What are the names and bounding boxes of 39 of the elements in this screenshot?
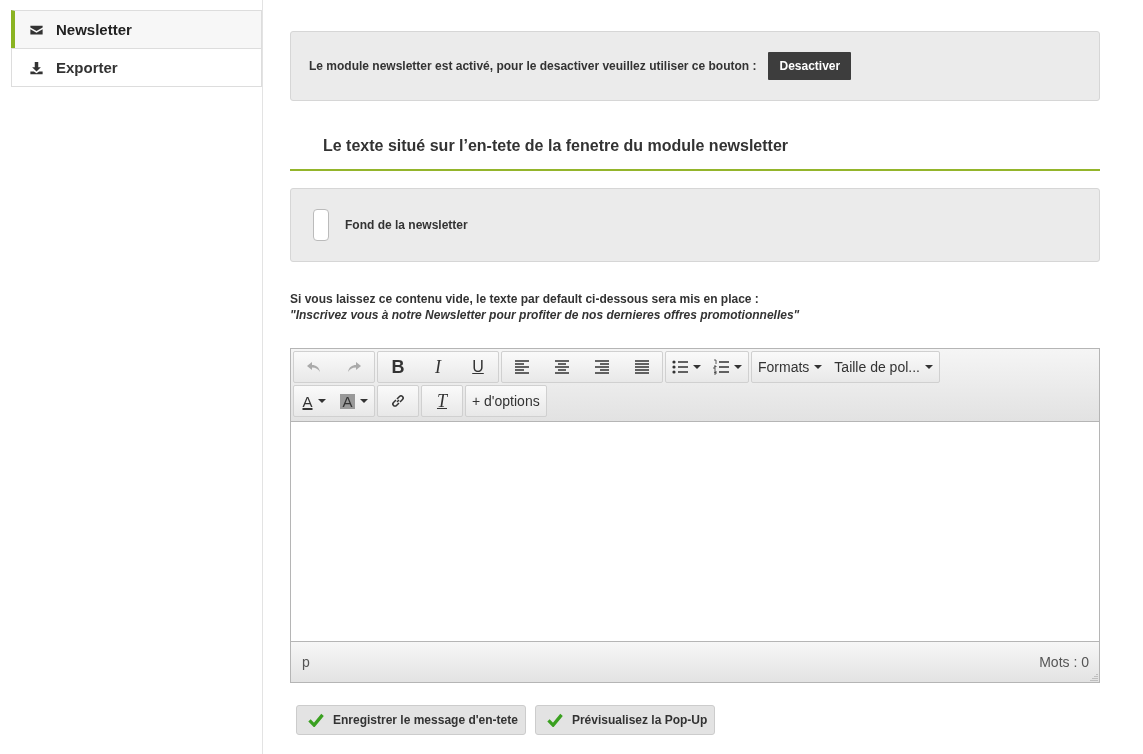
bullet-list-icon [672, 359, 688, 375]
color-swatch[interactable] [313, 209, 329, 241]
section-title: Le texte situé sur l’en-tete de la fenetre du module newsletter [290, 101, 1100, 171]
default-text: "Inscrivez vous à notre Newsletter pour profiter de nos dernieres offres promotionnelles" [290, 307, 801, 323]
clear-format-button[interactable]: T [422, 386, 462, 416]
deactivate-button[interactable]: Desactiver [768, 52, 852, 80]
status-message: Le module newsletter est activé, pour le desactiver veuillez utiliser ce bouton : [309, 59, 757, 73]
hint-text: Si vous laissez ce contenu vide, le texte par default ci-dessous sera mis en place : [290, 292, 759, 306]
caret-icon [693, 365, 701, 369]
caret-icon [317, 399, 326, 403]
caret-icon [359, 399, 368, 403]
align-left-icon [514, 359, 530, 375]
numbered-list-icon [713, 359, 729, 375]
download-icon [29, 60, 44, 75]
caret-icon [734, 365, 742, 369]
background-color-button[interactable]: A [334, 386, 374, 416]
justify-icon [634, 359, 650, 375]
text-button[interactable]: + d'options [466, 386, 546, 416]
underline-button[interactable]: U [458, 352, 498, 382]
align-center-icon [554, 359, 570, 375]
link-icon [390, 393, 406, 409]
sidebar-item[interactable]: Exporter [11, 48, 262, 87]
sidebar-item[interactable]: Newsletter [11, 10, 262, 48]
text-color-button[interactable]: A [294, 386, 334, 416]
resize-grip-icon [1089, 672, 1098, 681]
element-path: p [302, 654, 310, 670]
action-button[interactable]: Enregistrer le message d'en-tete [296, 705, 526, 735]
bold-button[interactable]: B [378, 352, 418, 382]
caret-icon [924, 365, 933, 369]
field-label: Fond de la newsletter [345, 218, 468, 232]
caret-icon [814, 365, 823, 369]
checkmark-icon [545, 713, 564, 727]
menu-button[interactable]: Formats [752, 352, 829, 382]
word-count: Mots : 0 [1039, 654, 1089, 670]
checkmark-icon [307, 713, 325, 727]
italic-button[interactable]: I [418, 352, 458, 382]
menu-button[interactable]: Taille de pol... [828, 352, 939, 382]
align-right-icon [594, 359, 610, 375]
action-button[interactable]: Prévisualisez la Pop-Up [534, 705, 716, 735]
